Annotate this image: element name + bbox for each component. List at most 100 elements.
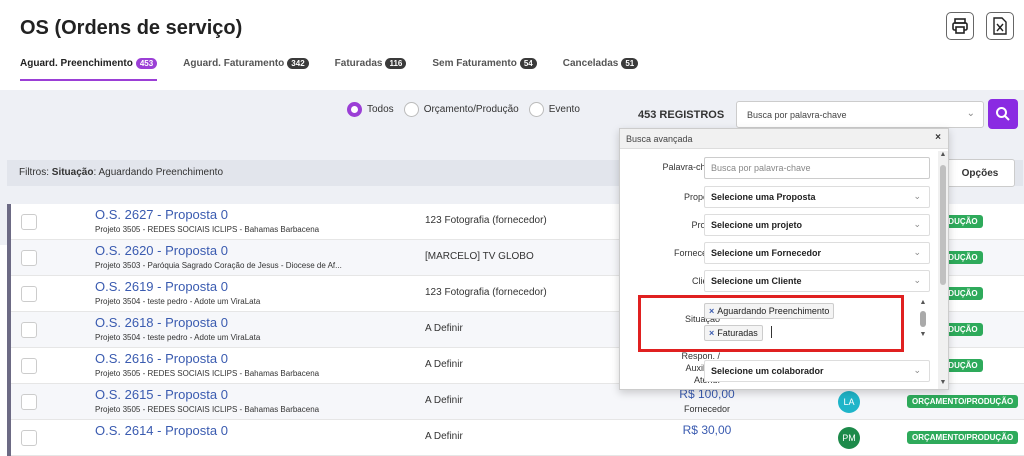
proposta-select[interactable]: Selecione uma Proposta ⌄	[704, 186, 930, 208]
scroll-down-icon[interactable]: ▼	[938, 379, 948, 386]
tab-sem-faturamento[interactable]: Sem Faturamento 54	[432, 58, 537, 81]
supplier-text: [MARCELO] TV GLOBO	[425, 251, 534, 262]
radio-unchecked-icon	[528, 102, 544, 117]
situacao-multiselect[interactable]: × Aguardando Preenchimento × Faturadas	[704, 299, 910, 341]
radio-label: Orçamento/Produção	[423, 104, 519, 115]
tag-label: Faturadas	[717, 328, 758, 338]
os-link[interactable]: O.S. 2619 - Proposta 0	[95, 279, 228, 294]
os-link[interactable]: O.S. 2620 - Proposta 0	[95, 243, 228, 258]
projeto-select[interactable]: Selecione um projeto ⌄	[704, 214, 930, 236]
fornecedor-value: Selecione um Fornecedor	[711, 248, 822, 258]
scroll-thumb[interactable]	[920, 311, 926, 327]
status-badge: ORÇAMENTO/PRODUÇÃO	[907, 395, 1019, 408]
scroll-down-icon[interactable]: ▼	[918, 331, 928, 338]
radio-checked-icon	[347, 102, 362, 117]
fornecedor-select[interactable]: Selecione um Fornecedor ⌄	[704, 242, 930, 264]
options-button[interactable]: Opções	[945, 159, 1015, 187]
excel-export-button[interactable]	[986, 12, 1014, 40]
search-input[interactable]: Busca por palavra-chave ⌄	[736, 101, 984, 128]
row-indicator	[7, 276, 11, 312]
tag-label: Aguardando Preenchimento	[717, 306, 830, 316]
os-link[interactable]: O.S. 2614 - Proposta 0	[95, 423, 228, 438]
close-icon[interactable]: ×	[935, 132, 941, 143]
tab-label: Aguard. Preenchimento	[20, 58, 133, 69]
row-checkbox[interactable]	[21, 358, 37, 374]
filter-prefix: Filtros:	[19, 167, 52, 178]
page-header: OS (Ordens de serviço) Aguard. Preenchim…	[0, 0, 1024, 90]
printer-icon	[952, 18, 968, 34]
radio-label: Todos	[367, 104, 394, 115]
text-cursor	[771, 325, 773, 338]
table-row[interactable]: O.S. 2614 - Proposta 0 A Definir R$ 30,0…	[7, 420, 1024, 456]
tab-label: Faturadas	[334, 58, 383, 69]
projeto-value: Selecione um projeto	[711, 220, 803, 230]
tab-count-badge: 342	[287, 58, 309, 69]
os-link[interactable]: O.S. 2618 - Proposta 0	[95, 315, 228, 330]
os-link[interactable]: O.S. 2627 - Proposta 0	[95, 207, 228, 222]
remove-tag-icon[interactable]: ×	[709, 306, 714, 316]
radio-orcamento-producao[interactable]: Orçamento/Produção	[403, 102, 519, 117]
page-title: OS (Ordens de serviço)	[20, 17, 243, 39]
responsavel-select[interactable]: Selecione um colaborador ⌄	[704, 360, 930, 382]
os-value-type: Fornecedor	[683, 404, 731, 414]
os-link[interactable]: O.S. 2616 - Proposta 0	[95, 351, 228, 366]
cliente-select[interactable]: Selecione um Cliente ⌄	[704, 270, 930, 292]
row-checkbox[interactable]	[21, 322, 37, 338]
tab-label: Aguard. Faturamento	[183, 58, 285, 69]
tab-label: Canceladas	[562, 58, 619, 69]
os-value: R$ 30,00	[682, 423, 732, 437]
tab-aguard-faturamento[interactable]: Aguard. Faturamento 342	[183, 58, 309, 81]
os-link[interactable]: O.S. 2615 - Proposta 0	[95, 387, 228, 402]
radio-unchecked-icon	[403, 102, 419, 117]
scroll-up-icon[interactable]: ▲	[918, 299, 928, 306]
row-checkbox[interactable]	[21, 214, 37, 230]
responsavel-value: Selecione um colaborador	[711, 366, 824, 376]
proposta-value: Selecione uma Proposta	[711, 192, 816, 202]
panel-scrollbar[interactable]: ▲ ▼	[938, 151, 948, 389]
row-indicator	[7, 312, 11, 348]
situacao-tag[interactable]: × Aguardando Preenchimento	[704, 303, 835, 319]
supplier-text: 123 Fotografia (fornecedor)	[425, 215, 547, 226]
remove-tag-icon[interactable]: ×	[709, 328, 714, 338]
tab-aguard-preenchimento[interactable]: Aguard. Preenchimento 453	[20, 58, 158, 81]
row-checkbox[interactable]	[21, 430, 37, 446]
keyword-placeholder: Busca por palavra-chave	[711, 163, 811, 173]
scroll-up-icon[interactable]: ▲	[938, 151, 948, 158]
row-checkbox[interactable]	[21, 250, 37, 266]
tab-count-badge: 453	[135, 58, 158, 69]
project-text: Projeto 3503 - Paróquia Sagrado Coração …	[95, 261, 342, 270]
radio-todos[interactable]: Todos	[347, 102, 394, 117]
chevron-down-icon: ⌄	[913, 275, 921, 285]
excel-icon	[993, 17, 1007, 35]
search-icon	[996, 107, 1010, 121]
project-text: Projeto 3504 - teste pedro - Adote um Vi…	[95, 297, 261, 306]
project-text: Projeto 3504 - teste pedro - Adote um Vi…	[95, 333, 261, 342]
supplier-text: A Definir	[425, 359, 463, 370]
advanced-search-title: Busca avançada	[626, 134, 693, 144]
project-text: Projeto 3505 - REDES SOCIAIS ICLIPS - Ba…	[95, 405, 320, 414]
scroll-thumb[interactable]	[940, 165, 946, 285]
search-button[interactable]	[988, 99, 1018, 129]
row-indicator	[7, 384, 11, 420]
keyword-input[interactable]: Busca por palavra-chave	[704, 157, 930, 179]
avatar: PM	[838, 427, 860, 449]
chevron-down-icon: ⌄	[913, 219, 921, 229]
row-checkbox[interactable]	[21, 394, 37, 410]
tab-canceladas[interactable]: Canceladas 51	[563, 58, 639, 81]
tags-scrollbar[interactable]: ▲ ▼	[918, 299, 928, 341]
tab-count-badge: 51	[621, 58, 639, 69]
supplier-text: A Definir	[425, 431, 463, 442]
supplier-text: A Definir	[425, 323, 463, 334]
chevron-down-icon[interactable]: ⌄	[967, 108, 975, 119]
avatar: LA	[838, 391, 860, 413]
advanced-search-header: Busca avançada ×	[620, 129, 948, 149]
row-indicator	[7, 420, 11, 456]
row-checkbox[interactable]	[21, 286, 37, 302]
tab-count-badge: 54	[519, 58, 537, 69]
filter-key: Situação	[51, 167, 94, 178]
radio-evento[interactable]: Evento	[528, 102, 580, 117]
print-button[interactable]	[946, 12, 974, 40]
tab-faturadas[interactable]: Faturadas 116	[335, 58, 407, 81]
situacao-tag[interactable]: × Faturadas	[704, 325, 763, 341]
tab-label: Sem Faturamento	[432, 58, 517, 69]
